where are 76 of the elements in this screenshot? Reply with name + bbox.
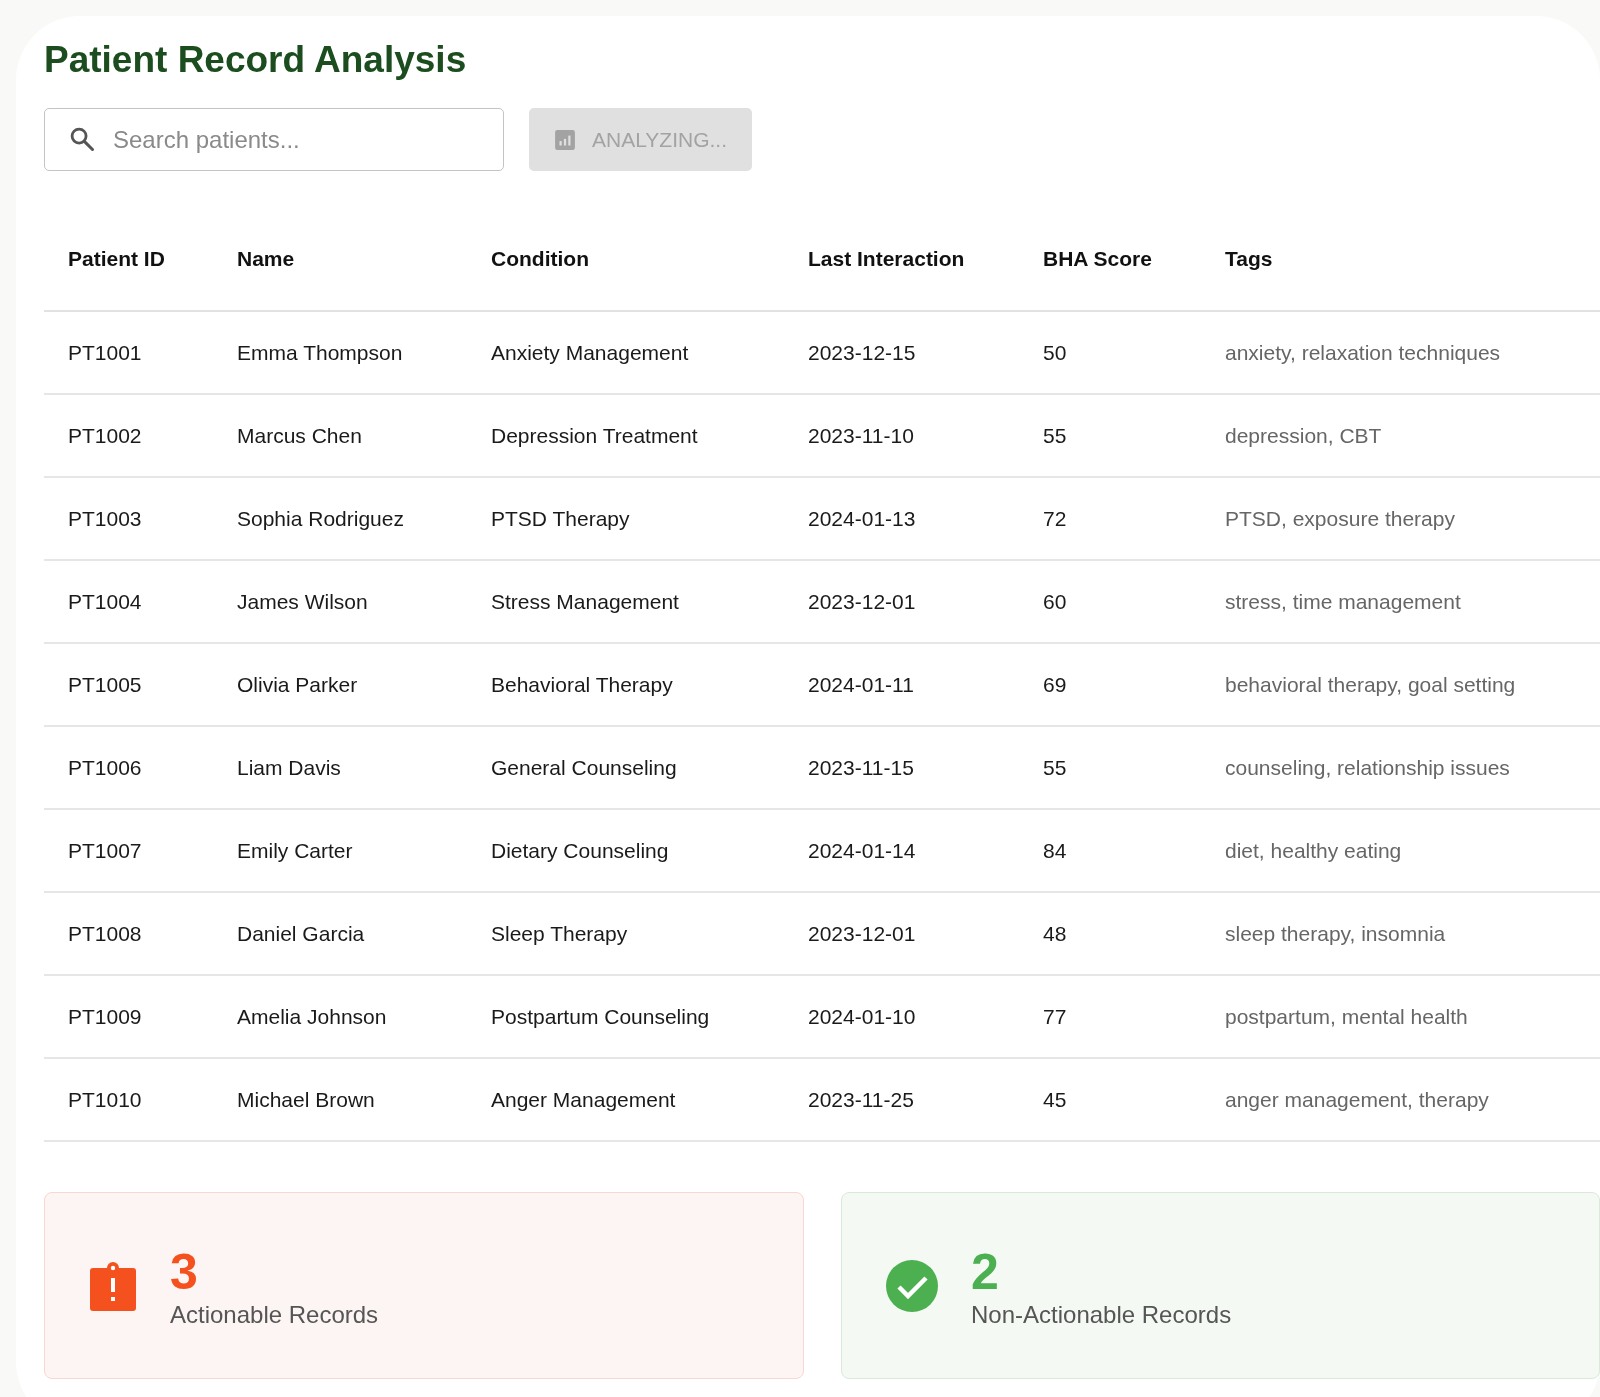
table-cell: PTSD Therapy <box>467 477 784 560</box>
table-cell: stress, time management <box>1201 560 1600 643</box>
table-cell: PT1010 <box>44 1058 213 1141</box>
table-cell: 55 <box>1019 726 1201 809</box>
table-cell: PT1001 <box>44 311 213 394</box>
table-cell: Olivia Parker <box>213 643 467 726</box>
column-header: Patient ID <box>44 207 213 311</box>
table-cell: Michael Brown <box>213 1058 467 1141</box>
table-cell: PT1005 <box>44 643 213 726</box>
table-cell: 2023-11-10 <box>784 394 1019 477</box>
table-cell: James Wilson <box>213 560 467 643</box>
column-header: Condition <box>467 207 784 311</box>
check-circle-icon <box>886 1259 938 1312</box>
table-cell: PT1008 <box>44 892 213 975</box>
table-cell: 2024-01-11 <box>784 643 1019 726</box>
table-cell: diet, healthy eating <box>1201 809 1600 892</box>
table-cell: Emily Carter <box>213 809 467 892</box>
table-cell: General Counseling <box>467 726 784 809</box>
table-cell: Sophia Rodriguez <box>213 477 467 560</box>
table-cell: PT1009 <box>44 975 213 1058</box>
table-cell: 84 <box>1019 809 1201 892</box>
table-cell: 2023-12-01 <box>784 560 1019 643</box>
table-cell: Postpartum Counseling <box>467 975 784 1058</box>
table-cell: 72 <box>1019 477 1201 560</box>
table-cell: 2023-12-01 <box>784 892 1019 975</box>
table-cell: PT1003 <box>44 477 213 560</box>
record-count: 3 <box>170 1242 199 1301</box>
page-title: Patient Record Analysis <box>44 38 468 82</box>
table-cell: PT1004 <box>44 560 213 643</box>
table-cell: 69 <box>1019 643 1201 726</box>
column-header: Last Interaction <box>784 207 1019 311</box>
table-cell: 2024-01-13 <box>784 477 1019 560</box>
table-cell: anger management, therapy <box>1201 1058 1600 1141</box>
table-cell: PT1006 <box>44 726 213 809</box>
search-field[interactable]: Search patients... <box>44 108 504 171</box>
column-header: BHA Score <box>1019 207 1201 311</box>
table-cell: 2024-01-14 <box>784 809 1019 892</box>
table-cell: 2023-12-15 <box>784 311 1019 394</box>
table-cell: 2024-01-10 <box>784 975 1019 1058</box>
table-cell: PT1007 <box>44 809 213 892</box>
table-cell: Stress Management <box>467 560 784 643</box>
table-cell: Behavioral Therapy <box>467 643 784 726</box>
search-icon <box>68 125 96 153</box>
table-cell: behavioral therapy, goal setting <box>1201 643 1600 726</box>
table-cell: Anxiety Management <box>467 311 784 394</box>
table-cell: PTSD, exposure therapy <box>1201 477 1600 560</box>
table-cell: sleep therapy, insomnia <box>1201 892 1600 975</box>
table-cell: 2023-11-15 <box>784 726 1019 809</box>
record-label: Actionable Records <box>170 1300 379 1329</box>
table-cell: depression, CBT <box>1201 394 1600 477</box>
table-cell: Liam Davis <box>213 726 467 809</box>
table-cell: Daniel Garcia <box>213 892 467 975</box>
column-header: Name <box>213 207 467 311</box>
table-cell: PT1002 <box>44 394 213 477</box>
table-cell: Dietary Counseling <box>467 809 784 892</box>
table-cell: postpartum, mental health <box>1201 975 1600 1058</box>
record-label: Non-Actionable Records <box>971 1300 1232 1329</box>
bar-chart-icon <box>554 128 576 151</box>
table-cell: Anger Management <box>467 1058 784 1141</box>
table-cell: Sleep Therapy <box>467 892 784 975</box>
table-cell: Marcus Chen <box>213 394 467 477</box>
table-cell: counseling, relationship issues <box>1201 726 1600 809</box>
table-cell: Depression Treatment <box>467 394 784 477</box>
table-cell: 2023-11-25 <box>784 1058 1019 1141</box>
table-cell: anxiety, relaxation techniques <box>1201 311 1600 394</box>
table-cell: 55 <box>1019 394 1201 477</box>
table-cell: 48 <box>1019 892 1201 975</box>
column-header: Tags <box>1201 207 1600 311</box>
table-cell: Amelia Johnson <box>213 975 467 1058</box>
clipboard-alert-icon <box>89 1259 137 1312</box>
table-cell: 77 <box>1019 975 1201 1058</box>
table-cell: 60 <box>1019 560 1201 643</box>
table-cell: Emma Thompson <box>213 311 467 394</box>
record-count: 2 <box>971 1242 1000 1301</box>
table-cell: 50 <box>1019 311 1201 394</box>
table-cell: 45 <box>1019 1058 1201 1141</box>
